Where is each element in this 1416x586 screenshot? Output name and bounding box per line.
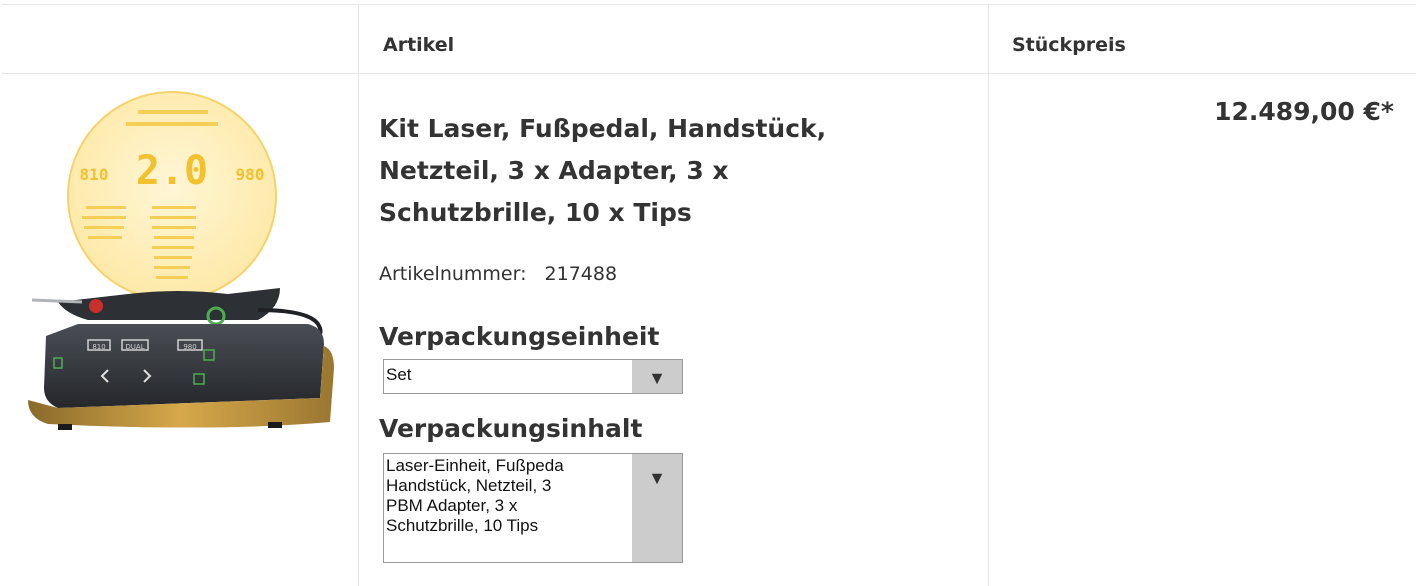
product-title-line: Netzteil, 3 x Adapter, 3 x [379,156,729,185]
column-header-article: Artikel [383,34,455,56]
packaging-unit-label: Verpackungseinheit [379,322,660,351]
product-image[interactable]: 2.0 810 980 810 DUAL 980 [18,88,342,436]
article-number-label: Artikelnummer: [379,263,527,285]
packaging-content-line: Handstück, Netzteil, 3 [386,476,552,495]
svg-text:810: 810 [80,165,109,184]
packaging-content-select[interactable]: Laser-Einheit, Fußpeda Handstück, Netzte… [383,453,683,563]
column-divider [988,5,989,586]
packaging-unit-selected-value: Set [386,365,412,384]
dental-laser-illustration: 2.0 810 980 810 DUAL 980 [28,91,334,430]
packaging-content-label: Verpackungsinhalt [379,414,643,443]
unit-price: 12.489,00 €* [1214,97,1394,126]
svg-text:980: 980 [183,343,196,351]
svg-text:980: 980 [236,165,265,184]
column-header-unit-price: Stückpreis [1012,34,1126,56]
article-number: Artikelnummer: 217488 [379,263,617,285]
product-title-line: Kit Laser, Fußpedal, Handstück, [379,114,827,143]
product-title-line: Schutzbrille, 10 x Tips [379,198,692,227]
packaging-content-line: Schutzbrille, 10 Tips [386,516,539,535]
article-number-value: 217488 [544,263,618,285]
packaging-content-line: PBM Adapter, 3 x [386,496,518,515]
chevron-down-icon[interactable]: ▼ [632,454,682,562]
svg-text:2.0: 2.0 [136,148,208,194]
chevron-down-icon[interactable]: ▼ [632,360,682,393]
header-row-divider [2,73,1416,74]
column-divider [358,5,359,586]
svg-text:DUAL: DUAL [125,343,144,351]
packaging-content-line: Laser-Einheit, Fußpeda [386,456,564,475]
svg-text:810: 810 [92,343,105,351]
product-title[interactable]: Kit Laser, Fußpedal, Handstück, Netzteil… [379,108,939,234]
packaging-unit-select[interactable]: Set ▼ [383,359,683,394]
